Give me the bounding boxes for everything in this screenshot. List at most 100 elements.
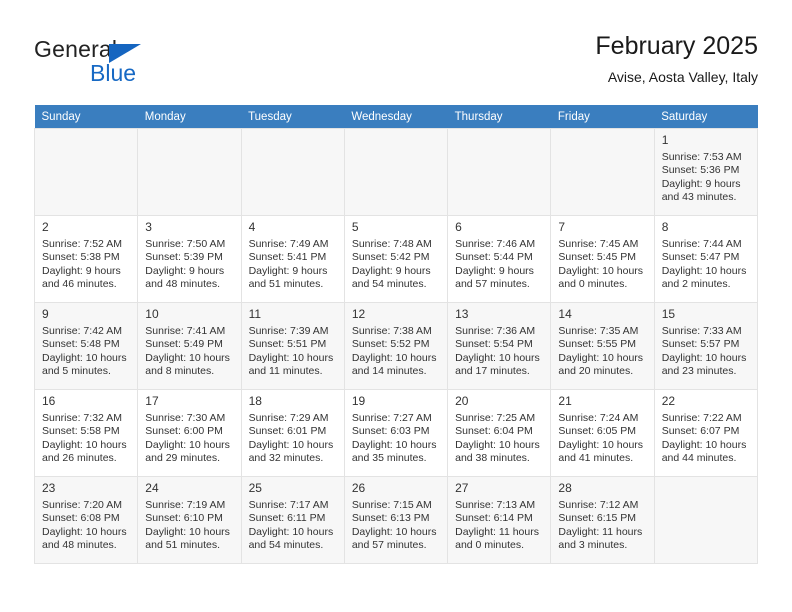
sun-times-text: Sunrise: 7:29 AM Sunset: 6:01 PM Dayligh… — [248, 412, 334, 464]
sun-times-text: Sunrise: 7:41 AM Sunset: 5:49 PM Dayligh… — [145, 325, 230, 377]
calendar-cell-empty — [447, 128, 552, 216]
calendar-cell-empty — [550, 128, 655, 216]
day-cell-content: 4 Sunrise: 7:49 AM Sunset: 5:41 PM Daylig… — [242, 217, 343, 292]
calendar-day-cell[interactable]: 2 Sunrise: 7:52 AM Sunset: 5:38 PM Daylig… — [33, 215, 139, 303]
calendar-day-cell[interactable]: 14 Sunrise: 7:35 AM Sunset: 5:55 PM Dayli… — [550, 302, 655, 390]
sun-times-text: Sunrise: 7:45 AM Sunset: 5:45 PM Dayligh… — [558, 238, 644, 290]
calendar-day-cell[interactable]: 3 Sunrise: 7:50 AM Sunset: 5:39 PM Daylig… — [137, 215, 242, 303]
calendar-day-cell[interactable]: 11 Sunrise: 7:39 AM Sunset: 5:51 PM Dayli… — [240, 302, 345, 390]
day-cell-content: 2 Sunrise: 7:52 AM Sunset: 5:38 PM Daylig… — [36, 217, 137, 292]
sun-times-text: Sunrise: 7:12 AM Sunset: 6:15 PM Dayligh… — [558, 499, 643, 551]
sun-times-text: Sunrise: 7:13 AM Sunset: 6:14 PM Dayligh… — [455, 499, 539, 551]
day-cell-content: 6 Sunrise: 7:46 AM Sunset: 5:44 PM Daylig… — [449, 217, 550, 292]
day-number: 5 — [351, 220, 359, 234]
day-number: 28 — [558, 481, 572, 495]
sun-times-text: Sunrise: 7:50 AM Sunset: 5:39 PM Dayligh… — [145, 238, 226, 290]
calendar-day-cell[interactable]: 10 Sunrise: 7:41 AM Sunset: 5:49 PM Dayli… — [137, 302, 242, 390]
day-number: 20 — [455, 394, 469, 408]
calendar-day-cell[interactable]: 28 Sunrise: 7:12 AM Sunset: 6:15 PM Dayli… — [550, 476, 655, 564]
day-cell-content: 23 Sunrise: 7:20 AM Sunset: 6:08 PM Dayli… — [36, 478, 137, 553]
calendar-day-cell[interactable]: 12 Sunrise: 7:38 AM Sunset: 5:52 PM Dayli… — [343, 302, 449, 390]
calendar-day-cell[interactable]: 21 Sunrise: 7:24 AM Sunset: 6:05 PM Dayli… — [550, 389, 655, 477]
calendar-cell-empty — [653, 476, 759, 564]
day-number: 19 — [351, 394, 366, 408]
day-cell-content: 7 Sunrise: 7:45 AM Sunset: 5:45 PM Daylig… — [552, 217, 653, 292]
weekday-header-saturday: Saturday — [654, 105, 758, 129]
calendar-day-cell[interactable]: 27 Sunrise: 7:13 AM Sunset: 6:14 PM Dayli… — [447, 476, 552, 564]
weekday-header-friday: Friday — [550, 105, 655, 129]
day-number: 17 — [145, 394, 159, 408]
calendar-day-cell[interactable]: 26 Sunrise: 7:15 AM Sunset: 6:13 PM Dayli… — [343, 476, 449, 564]
day-number: 2 — [42, 220, 49, 234]
calendar-day-cell[interactable]: 5 Sunrise: 7:48 AM Sunset: 5:42 PM Daylig… — [343, 215, 449, 303]
sun-times-text: Sunrise: 7:32 AM Sunset: 5:58 PM Dayligh… — [42, 412, 127, 464]
day-cell-content: 17 Sunrise: 7:30 AM Sunset: 6:00 PM Dayli… — [139, 391, 240, 466]
sun-times-text: Sunrise: 7:48 AM Sunset: 5:42 PM Dayligh… — [351, 238, 432, 290]
sun-times-text: Sunrise: 7:46 AM Sunset: 5:44 PM Dayligh… — [455, 238, 536, 290]
calendar-week-row: 2 Sunrise: 7:52 AM Sunset: 5:38 PM Daylig… — [33, 215, 759, 303]
calendar-day-cell[interactable]: 16 Sunrise: 7:32 AM Sunset: 5:58 PM Dayli… — [33, 389, 139, 477]
sun-times-text: Sunrise: 7:22 AM Sunset: 6:07 PM Dayligh… — [661, 412, 747, 464]
day-cell-content: 3 Sunrise: 7:50 AM Sunset: 5:39 PM Daylig… — [139, 217, 240, 292]
day-cell-content: 11 Sunrise: 7:39 AM Sunset: 5:51 PM Dayli… — [242, 304, 343, 379]
day-number: 18 — [248, 394, 262, 408]
sun-times-text: Sunrise: 7:20 AM Sunset: 6:08 PM Dayligh… — [42, 499, 127, 551]
calendar-day-cell[interactable]: 9 Sunrise: 7:42 AM Sunset: 5:48 PM Daylig… — [33, 302, 139, 390]
calendar-day-cell[interactable]: 20 Sunrise: 7:25 AM Sunset: 6:04 PM Dayli… — [447, 389, 552, 477]
calendar-day-cell[interactable]: 4 Sunrise: 7:49 AM Sunset: 5:41 PM Daylig… — [240, 215, 345, 303]
day-cell-content: 21 Sunrise: 7:24 AM Sunset: 6:05 PM Dayli… — [552, 391, 653, 466]
calendar-day-cell[interactable]: 17 Sunrise: 7:30 AM Sunset: 6:00 PM Dayli… — [137, 389, 242, 477]
weekday-header-tuesday: Tuesday — [241, 105, 345, 129]
calendar-header-row-group: Sunday Monday Tuesday Wednesday Thursday… — [34, 105, 758, 129]
day-number: 15 — [661, 307, 676, 321]
sun-times-text: Sunrise: 7:44 AM Sunset: 5:47 PM Dayligh… — [661, 238, 747, 290]
day-cell-content: 27 Sunrise: 7:13 AM Sunset: 6:14 PM Dayli… — [449, 478, 550, 553]
calendar-grid: Sunday Monday Tuesday Wednesday Thursday… — [33, 105, 759, 564]
page-title: February 2025 — [595, 32, 758, 60]
calendar-day-cell[interactable]: 22 Sunrise: 7:22 AM Sunset: 6:07 PM Dayli… — [653, 389, 759, 477]
day-cell-content: 15 Sunrise: 7:33 AM Sunset: 5:57 PM Dayli… — [655, 304, 756, 379]
day-number: 1 — [661, 133, 669, 147]
day-number: 14 — [558, 307, 572, 321]
day-number: 16 — [42, 394, 56, 408]
sun-times-text: Sunrise: 7:52 AM Sunset: 5:38 PM Dayligh… — [42, 238, 122, 290]
sun-times-text: Sunrise: 7:30 AM Sunset: 6:00 PM Dayligh… — [145, 412, 230, 464]
sun-times-text: Sunrise: 7:35 AM Sunset: 5:55 PM Dayligh… — [558, 325, 644, 377]
calendar-day-cell[interactable]: 8 Sunrise: 7:44 AM Sunset: 5:47 PM Daylig… — [653, 215, 759, 303]
day-cell-content: 22 Sunrise: 7:22 AM Sunset: 6:07 PM Dayli… — [655, 391, 756, 466]
day-cell-content: 8 Sunrise: 7:44 AM Sunset: 5:47 PM Daylig… — [655, 217, 756, 292]
calendar-day-cell[interactable]: 13 Sunrise: 7:36 AM Sunset: 5:54 PM Dayli… — [447, 302, 552, 390]
day-cell-content: 18 Sunrise: 7:29 AM Sunset: 6:01 PM Dayli… — [242, 391, 343, 466]
calendar-cell-empty — [33, 128, 139, 216]
calendar-day-cell[interactable]: 1 Sunrise: 7:53 AM Sunset: 5:36 PM Daylig… — [653, 128, 759, 216]
calendar-cell-empty — [240, 128, 345, 216]
day-number: 7 — [558, 220, 566, 234]
calendar-day-cell[interactable]: 24 Sunrise: 7:19 AM Sunset: 6:10 PM Dayli… — [137, 476, 242, 564]
day-number: 4 — [248, 220, 256, 234]
sun-times-text: Sunrise: 7:15 AM Sunset: 6:13 PM Dayligh… — [351, 499, 437, 551]
calendar-day-cell[interactable]: 19 Sunrise: 7:27 AM Sunset: 6:03 PM Dayli… — [343, 389, 449, 477]
day-cell-content: 12 Sunrise: 7:38 AM Sunset: 5:52 PM Dayli… — [345, 304, 446, 379]
sun-times-text: Sunrise: 7:19 AM Sunset: 6:10 PM Dayligh… — [145, 499, 230, 551]
calendar-day-cell[interactable]: 23 Sunrise: 7:20 AM Sunset: 6:08 PM Dayli… — [33, 476, 139, 564]
calendar-day-cell[interactable]: 7 Sunrise: 7:45 AM Sunset: 5:45 PM Daylig… — [550, 215, 655, 303]
weekday-header-row: Sunday Monday Tuesday Wednesday Thursday… — [34, 105, 758, 129]
sun-times-text: Sunrise: 7:49 AM Sunset: 5:41 PM Dayligh… — [248, 238, 329, 290]
page-header: General Blue February 2025 Avise, Aosta … — [34, 30, 758, 96]
calendar-day-cell[interactable]: 25 Sunrise: 7:17 AM Sunset: 6:11 PM Dayli… — [240, 476, 345, 564]
calendar-week-row: 16 Sunrise: 7:32 AM Sunset: 5:58 PM Dayli… — [33, 389, 759, 477]
page-subtitle: Avise, Aosta Valley, Italy — [607, 69, 758, 85]
sun-times-text: Sunrise: 7:27 AM Sunset: 6:03 PM Dayligh… — [351, 412, 437, 464]
calendar-day-cell[interactable]: 18 Sunrise: 7:29 AM Sunset: 6:01 PM Dayli… — [240, 389, 345, 477]
sun-times-text: Sunrise: 7:38 AM Sunset: 5:52 PM Dayligh… — [351, 325, 437, 377]
sun-times-text: Sunrise: 7:24 AM Sunset: 6:05 PM Dayligh… — [558, 412, 644, 464]
calendar-day-cell[interactable]: 15 Sunrise: 7:33 AM Sunset: 5:57 PM Dayli… — [653, 302, 759, 390]
day-number: 13 — [455, 307, 469, 321]
calendar-day-cell[interactable]: 6 Sunrise: 7:46 AM Sunset: 5:44 PM Daylig… — [447, 215, 552, 303]
day-cell-content: 24 Sunrise: 7:19 AM Sunset: 6:10 PM Dayli… — [139, 478, 240, 553]
calendar-week-row: 23 Sunrise: 7:20 AM Sunset: 6:08 PM Dayli… — [33, 476, 759, 564]
day-cell-content: 26 Sunrise: 7:15 AM Sunset: 6:13 PM Dayli… — [345, 478, 446, 553]
day-number: 24 — [145, 481, 159, 495]
day-cell-content: 28 Sunrise: 7:12 AM Sunset: 6:15 PM Dayli… — [552, 478, 653, 553]
general-blue-logo[interactable]: General Blue — [34, 36, 234, 90]
